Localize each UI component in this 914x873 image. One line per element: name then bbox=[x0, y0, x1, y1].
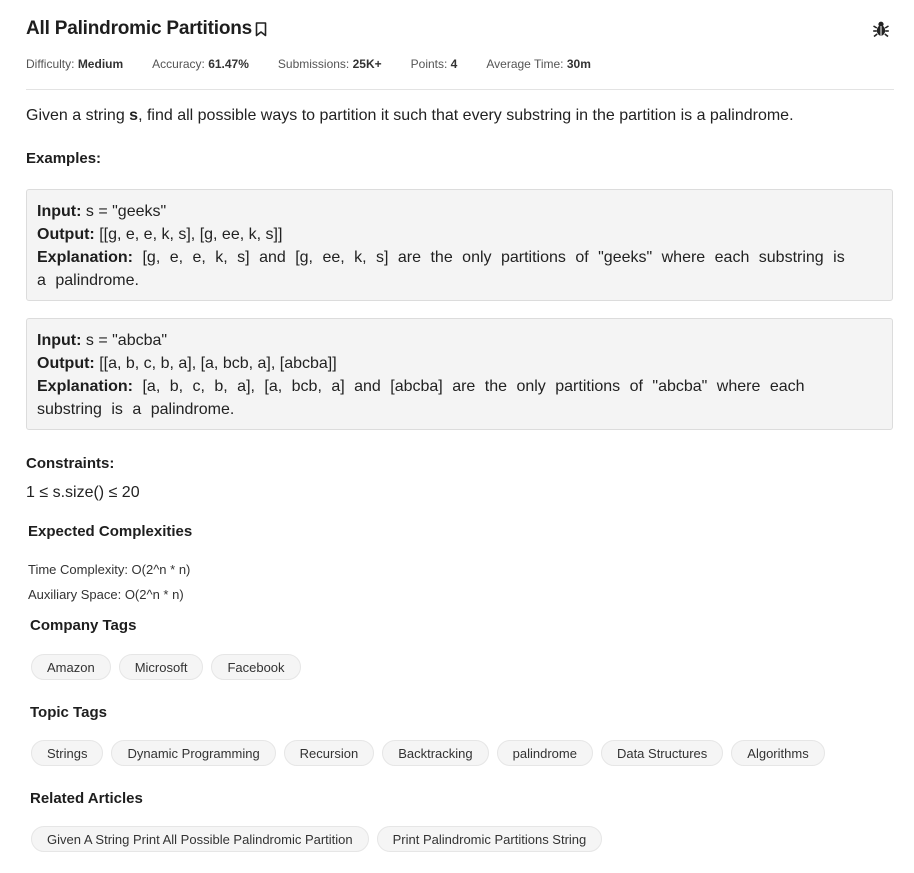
company-tag-amazon[interactable]: Amazon bbox=[31, 654, 111, 680]
meta-difficulty: Difficulty: Medium bbox=[26, 57, 124, 71]
problem-description: Given a string s, find all possible ways… bbox=[26, 107, 794, 124]
company-tags: Amazon Microsoft Facebook bbox=[31, 654, 309, 680]
constraint-text: 1 ≤ s.size() ≤ 20 bbox=[26, 484, 140, 501]
complexities-heading: Expected Complexities bbox=[28, 523, 193, 540]
meta-submissions: Submissions: 25K+ bbox=[277, 57, 382, 71]
problem-page: All Palindromic Partitions Difficulty: M… bbox=[0, 0, 914, 873]
topic-tag-palindrome[interactable]: palindrome bbox=[496, 740, 593, 766]
topic-tag-backtracking[interactable]: Backtracking bbox=[382, 740, 489, 766]
problem-meta: Difficulty: Medium Accuracy: 61.47% Subm… bbox=[26, 57, 620, 71]
company-tag-facebook[interactable]: Facebook bbox=[211, 654, 301, 680]
topic-tags-heading: Topic Tags bbox=[30, 704, 107, 721]
title-row: All Palindromic Partitions bbox=[26, 18, 267, 40]
related-article-link[interactable]: Given A String Print All Possible Palind… bbox=[31, 826, 369, 852]
topic-tag-data-structures[interactable]: Data Structures bbox=[600, 740, 724, 766]
bookmark-icon[interactable] bbox=[255, 21, 267, 37]
topic-tags: Strings Dynamic Programming Recursion Ba… bbox=[31, 740, 833, 766]
topic-tag-strings[interactable]: Strings bbox=[31, 740, 104, 766]
topic-tag-algorithms[interactable]: Algorithms bbox=[731, 740, 825, 766]
meta-points: Points: 4 bbox=[410, 57, 458, 71]
topic-tag-recursion[interactable]: Recursion bbox=[283, 740, 375, 766]
example-output: Output: [[g, e, e, k, s], [g, ee, k, s]] bbox=[37, 226, 283, 243]
topic-tag-dynamic-programming[interactable]: Dynamic Programming bbox=[111, 740, 276, 766]
header-divider bbox=[26, 89, 894, 90]
constraints-heading: Constraints: bbox=[26, 455, 115, 472]
company-tag-microsoft[interactable]: Microsoft bbox=[118, 654, 204, 680]
example-explanation: Explanation: [g, e, e, k, s] and [g, ee,… bbox=[37, 249, 845, 266]
example-explanation: Explanation: [a, b, c, b, a], [a, bcb, a… bbox=[37, 378, 805, 395]
example-box: Input: s = "geeks" Output: [[g, e, e, k,… bbox=[26, 189, 893, 301]
related-articles-heading: Related Articles bbox=[30, 790, 143, 807]
example-input: Input: s = "abcba" bbox=[37, 332, 168, 349]
related-article-link[interactable]: Print Palindromic Partitions String bbox=[376, 826, 603, 852]
meta-average-time: Average Time: 30m bbox=[486, 57, 591, 71]
bug-icon[interactable] bbox=[871, 19, 891, 39]
meta-accuracy: Accuracy: 61.47% bbox=[152, 57, 249, 71]
example-input: Input: s = "geeks" bbox=[37, 203, 167, 220]
time-complexity: Time Complexity: O(2^n * n) bbox=[28, 562, 191, 577]
auxiliary-space: Auxiliary Space: O(2^n * n) bbox=[28, 587, 184, 602]
company-tags-heading: Company Tags bbox=[30, 617, 137, 634]
example-box: Input: s = "abcba" Output: [[a, b, c, b,… bbox=[26, 318, 893, 430]
example-explanation-cont: substring is a palindrome. bbox=[37, 401, 235, 418]
examples-heading: Examples: bbox=[26, 150, 102, 167]
problem-title: All Palindromic Partitions bbox=[26, 18, 253, 39]
related-articles: Given A String Print All Possible Palind… bbox=[31, 826, 610, 852]
example-explanation-cont: a palindrome. bbox=[37, 272, 139, 289]
example-output: Output: [[a, b, c, b, a], [a, bcb, a], [… bbox=[37, 355, 337, 372]
